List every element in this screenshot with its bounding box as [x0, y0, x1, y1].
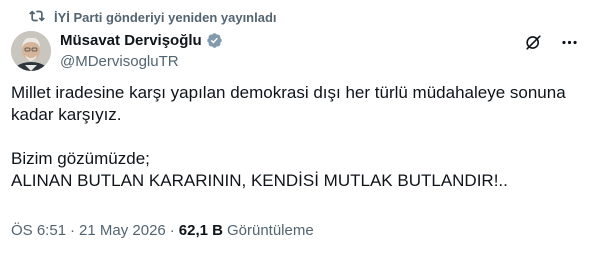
- top-actions: [522, 31, 580, 53]
- tweet-line: ALINAN BUTLAN KARARININ, KENDİSİ MUTLAK …: [11, 171, 508, 190]
- meta-separator: ·: [70, 221, 76, 239]
- profile-photo: [11, 31, 51, 71]
- repost-text: İYİ Parti gönderiyi yeniden yayınladı: [54, 9, 277, 25]
- author-display-name[interactable]: Müsavat Dervişoğlu: [60, 32, 202, 49]
- tweet-meta: ÖS 6:51 · 21 May 2026 · 62,1 B Görüntüle…: [11, 220, 314, 240]
- tweet-date[interactable]: 21 May 2026: [79, 222, 166, 239]
- grok-icon[interactable]: [522, 31, 544, 53]
- tweet-text: Millet iradesine karşı yapılan demokrasi…: [11, 82, 581, 192]
- views-count: 62,1 B: [178, 221, 223, 239]
- repost-indicator[interactable]: İYİ Parti gönderiyi yeniden yayınladı: [29, 8, 277, 26]
- verified-badge-icon[interactable]: [206, 32, 223, 49]
- repost-icon: [29, 8, 45, 27]
- views-label: Görüntüleme: [226, 221, 314, 239]
- tweet-time[interactable]: ÖS 6:51: [11, 222, 66, 239]
- author-info: Müsavat Dervişoğlu @MDervisogluTR: [60, 30, 223, 72]
- more-icon[interactable]: [558, 31, 580, 53]
- tweet-paragraph: Millet iradesine karşı yapılan demokrasi…: [11, 83, 566, 124]
- meta-separator: ·: [169, 221, 175, 239]
- author-handle[interactable]: @MDervisogluTR: [60, 52, 223, 72]
- tweet-line: Bizim gözümüzde;: [11, 149, 150, 168]
- avatar[interactable]: [11, 31, 51, 71]
